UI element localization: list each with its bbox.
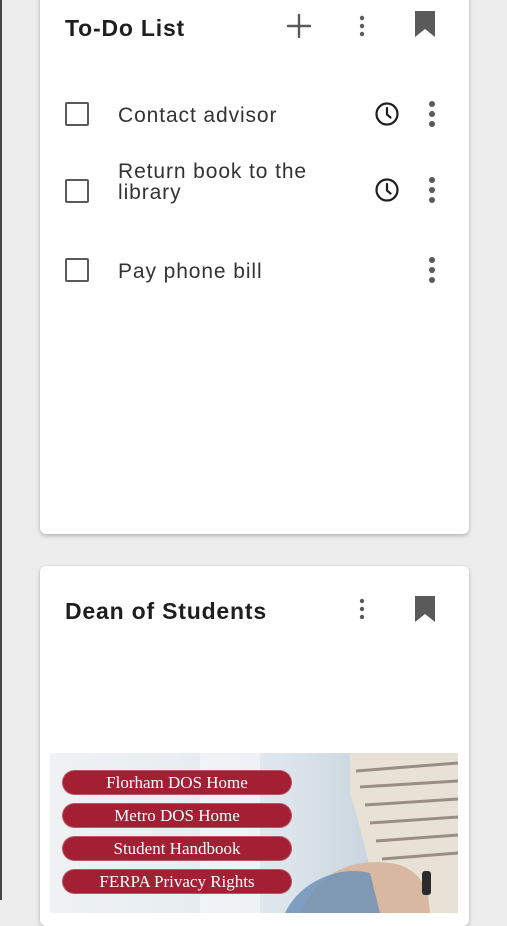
left-rail	[0, 0, 2, 900]
link-metro-dos-home[interactable]: Metro DOS Home	[62, 803, 292, 828]
todo-item-menu-button[interactable]	[416, 174, 448, 206]
clock-icon	[375, 102, 399, 126]
todo-item-menu-button[interactable]	[416, 254, 448, 286]
todo-card-menu-button[interactable]	[346, 10, 378, 42]
bookmark-icon	[415, 596, 435, 622]
clock-icon	[375, 178, 399, 202]
todo-item-reminder-button[interactable]	[371, 98, 403, 130]
link-ferpa-privacy-rights[interactable]: FERPA Privacy Rights	[62, 869, 292, 894]
add-todo-button[interactable]	[283, 10, 315, 42]
todo-card: To-Do List Contact advisor Return book t…	[40, 0, 469, 534]
todo-card-bookmark-button[interactable]	[409, 8, 441, 40]
todo-item-label: Return book to the library	[118, 160, 307, 204]
todo-card-title: To-Do List	[65, 15, 185, 41]
todo-item-label: Contact advisor	[118, 104, 278, 127]
todo-item-checkbox[interactable]	[65, 258, 89, 282]
todo-item-reminder-button[interactable]	[371, 174, 403, 206]
todo-item: Return book to the library	[40, 161, 469, 226]
more-vertical-icon	[429, 177, 435, 203]
link-student-handbook[interactable]: Student Handbook	[62, 836, 292, 861]
todo-item: Contact advisor	[40, 88, 469, 144]
todo-item-checkbox[interactable]	[65, 102, 89, 126]
plus-icon	[286, 13, 312, 39]
dean-card-title: Dean of Students	[65, 598, 267, 624]
more-vertical-icon	[359, 15, 365, 37]
more-vertical-icon	[429, 257, 435, 283]
todo-item-label: Pay phone bill	[118, 260, 263, 283]
dean-card-menu-button[interactable]	[346, 593, 378, 625]
dean-card-bookmark-button[interactable]	[409, 593, 441, 625]
todo-item-checkbox[interactable]	[65, 179, 89, 203]
bookmark-icon	[415, 11, 435, 37]
todo-item: Pay phone bill	[40, 244, 469, 300]
dean-banner: Florham DOS Home Metro DOS Home Student …	[50, 753, 458, 913]
link-florham-dos-home[interactable]: Florham DOS Home	[62, 770, 292, 795]
more-vertical-icon	[359, 598, 365, 620]
more-vertical-icon	[429, 101, 435, 127]
todo-item-menu-button[interactable]	[416, 98, 448, 130]
dean-of-students-card: Dean of Students Florham DOS Home Metro	[40, 566, 469, 926]
